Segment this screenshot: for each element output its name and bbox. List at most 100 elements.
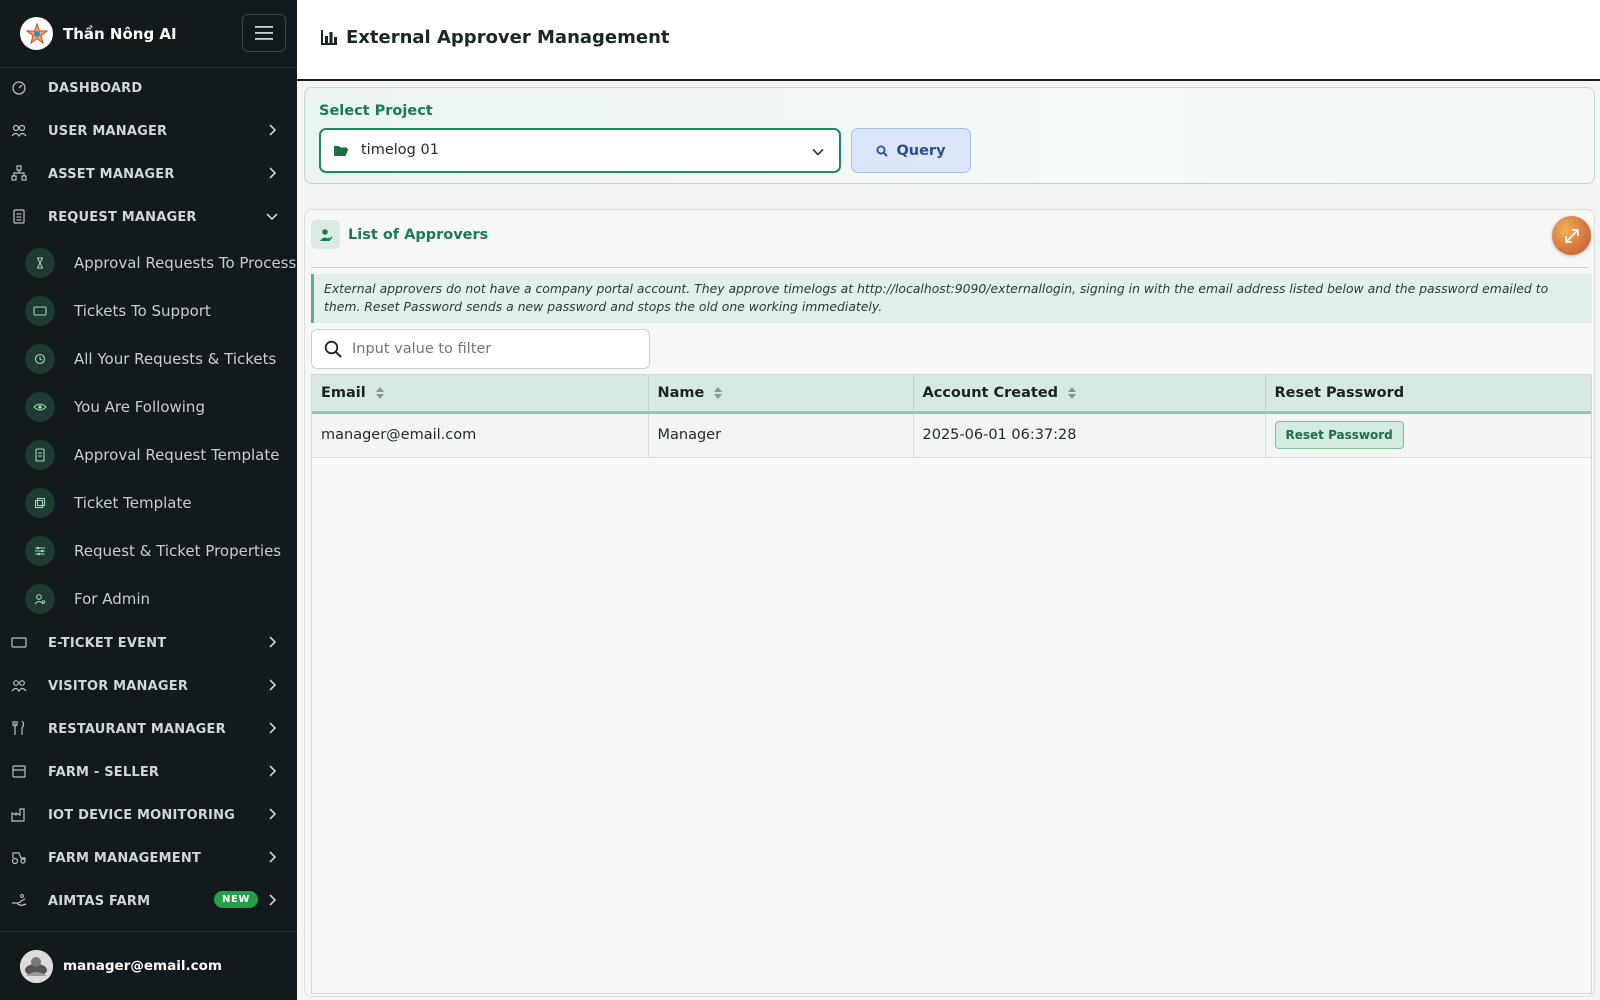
info-note: External approvers do not have a company… [311, 274, 1592, 323]
project-selector-card: Select Project timelog 01 Query [304, 87, 1595, 184]
sort-icon [375, 386, 384, 399]
column-header-name[interactable]: Name [648, 375, 914, 414]
chevron-down-icon [266, 213, 278, 221]
cell-email: manager@email.com [312, 412, 649, 458]
sidebar-subitem-you-are-following[interactable]: You Are Following [0, 387, 297, 427]
sidebar-subitem-label: For Admin [74, 590, 151, 608]
logo-icon[interactable] [20, 17, 53, 50]
sidebar-item-label: DASHBOARD [48, 80, 143, 96]
sidebar-item-visitor-manager[interactable]: VISITOR MANAGER [0, 668, 297, 704]
expand-arrows-icon [1564, 228, 1579, 243]
query-button-label: Query [896, 142, 946, 159]
sidebar-item-label: RESTAURANT MANAGER [48, 721, 226, 737]
sidebar-subitem-all-your-requests[interactable]: All Your Requests & Tickets [0, 339, 297, 379]
sidebar-subitem-label: Approval Requests To Process [74, 254, 297, 272]
column-header-reset-password: Reset Password [1265, 375, 1591, 414]
avatar [20, 949, 53, 983]
expand-button[interactable] [1552, 216, 1591, 255]
project-select-value: timelog 01 [361, 142, 439, 158]
sidebar-item-farm-seller[interactable]: FARM - SELLER [0, 754, 297, 790]
users-gear-icon [11, 124, 27, 138]
column-header-label: Account Created [922, 384, 1059, 401]
query-button[interactable]: Query [851, 128, 971, 173]
chevron-right-icon [269, 722, 277, 734]
sidebar-item-iot-device-monitoring[interactable]: IOT DEVICE MONITORING [0, 797, 297, 833]
fork-knife-icon [12, 720, 25, 735]
dashboard-icon [12, 81, 26, 95]
chevron-right-icon [269, 765, 277, 777]
chevron-right-icon [269, 167, 277, 179]
sidebar-subitem-label: Approval Request Template [74, 446, 280, 464]
tractor-icon [11, 852, 26, 865]
sidebar-item-label: REQUEST MANAGER [48, 209, 197, 225]
chevron-down-icon [812, 148, 824, 156]
eye-icon [25, 392, 55, 422]
sidebar-subitem-for-admin[interactable]: For Admin [0, 579, 297, 619]
sidebar-subitem-ticket-template[interactable]: Ticket Template [0, 483, 297, 523]
project-select[interactable]: timelog 01 [319, 128, 841, 173]
app-name: Thần Nông AI [63, 24, 177, 43]
search-icon [324, 340, 342, 358]
cell-reset-password: Reset Password [1265, 412, 1591, 458]
sidebar-item-dashboard[interactable]: DASHBOARD [0, 70, 297, 106]
chevron-right-icon [269, 808, 277, 820]
sidebar-item-label: FARM MANAGEMENT [48, 850, 201, 866]
reset-password-button[interactable]: Reset Password [1274, 421, 1404, 449]
sidebar-subitem-label: Ticket Template [74, 494, 192, 512]
sidebar-item-label: ASSET MANAGER [48, 166, 175, 182]
sidebar-item-user-manager[interactable]: USER MANAGER [0, 113, 297, 149]
bar-chart-icon [321, 30, 337, 45]
clipboard-icon [13, 209, 25, 224]
sidebar-item-restaurant-manager[interactable]: RESTAURANT MANAGER [0, 711, 297, 747]
sort-icon [1068, 386, 1077, 399]
select-project-label: Select Project [319, 103, 433, 119]
page-title: External Approver Management [346, 27, 670, 48]
filter-input[interactable] [352, 339, 642, 359]
sidebar-item-label: AIMTAS FARM [48, 893, 151, 909]
user-profile[interactable]: manager@email.com [0, 931, 297, 1000]
chevron-right-icon [269, 851, 277, 863]
table-row: manager@email.com Manager 2025-06-01 06:… [312, 412, 1591, 458]
chevron-right-icon [269, 679, 277, 691]
sidebar-subitem-label: All Your Requests & Tickets [74, 350, 277, 368]
sidebar-subitem-label: Tickets To Support [74, 302, 211, 320]
filter-box[interactable] [311, 329, 650, 369]
chevron-right-icon [269, 894, 277, 906]
column-header-label: Name [657, 384, 705, 401]
sitemap-icon [11, 165, 27, 181]
copy-icon [25, 488, 55, 518]
column-header-email[interactable]: Email [312, 375, 649, 414]
sidebar-subitem-request-ticket-properties[interactable]: Request & Ticket Properties [0, 531, 297, 571]
column-header-label: Email [321, 384, 366, 401]
chevron-right-icon [269, 124, 277, 136]
history-icon [25, 344, 55, 374]
sidebar-subitem-label: You Are Following [74, 398, 205, 416]
cell-name: Manager [648, 412, 914, 458]
ticket-icon [11, 637, 27, 648]
sidebar-item-farm-management[interactable]: FARM MANAGEMENT [0, 840, 297, 876]
sort-icon [714, 386, 723, 399]
sidebar-item-label: VISITOR MANAGER [48, 678, 189, 694]
sidebar-subitem-approval-requests-to-process[interactable]: Approval Requests To Process [0, 243, 297, 283]
sliders-icon [25, 536, 55, 566]
avatar-image-icon [20, 949, 53, 983]
search-icon [876, 145, 889, 157]
sidebar-subitem-approval-request-template[interactable]: Approval Request Template [0, 435, 297, 475]
hourglass-icon [25, 248, 55, 278]
sidebar-item-request-manager[interactable]: REQUEST MANAGER [0, 199, 297, 235]
approvers-table: Email Name Account Created Reset Passwor… [311, 374, 1592, 994]
factory-icon [11, 808, 25, 822]
sidebar-item-aimtas-farm[interactable]: AIMTAS FARM NEW [0, 883, 297, 919]
sidebar-item-e-ticket-event[interactable]: E-TICKET EVENT [0, 625, 297, 661]
admin-user-icon [25, 584, 55, 614]
sidebar-subitem-tickets-to-support[interactable]: Tickets To Support [0, 291, 297, 331]
approvers-card: List of Approvers External approvers do … [304, 209, 1595, 997]
approvers-title: List of Approvers [348, 226, 489, 243]
sidebar-item-asset-manager[interactable]: ASSET MANAGER [0, 156, 297, 192]
sidebar-subitem-label: Request & Ticket Properties [74, 542, 282, 560]
sidebar-item-label: FARM - SELLER [48, 764, 160, 780]
hamburger-menu-button[interactable] [242, 14, 286, 52]
user-email: manager@email.com [63, 958, 222, 974]
divider [311, 267, 1588, 268]
column-header-account-created[interactable]: Account Created [913, 375, 1266, 414]
